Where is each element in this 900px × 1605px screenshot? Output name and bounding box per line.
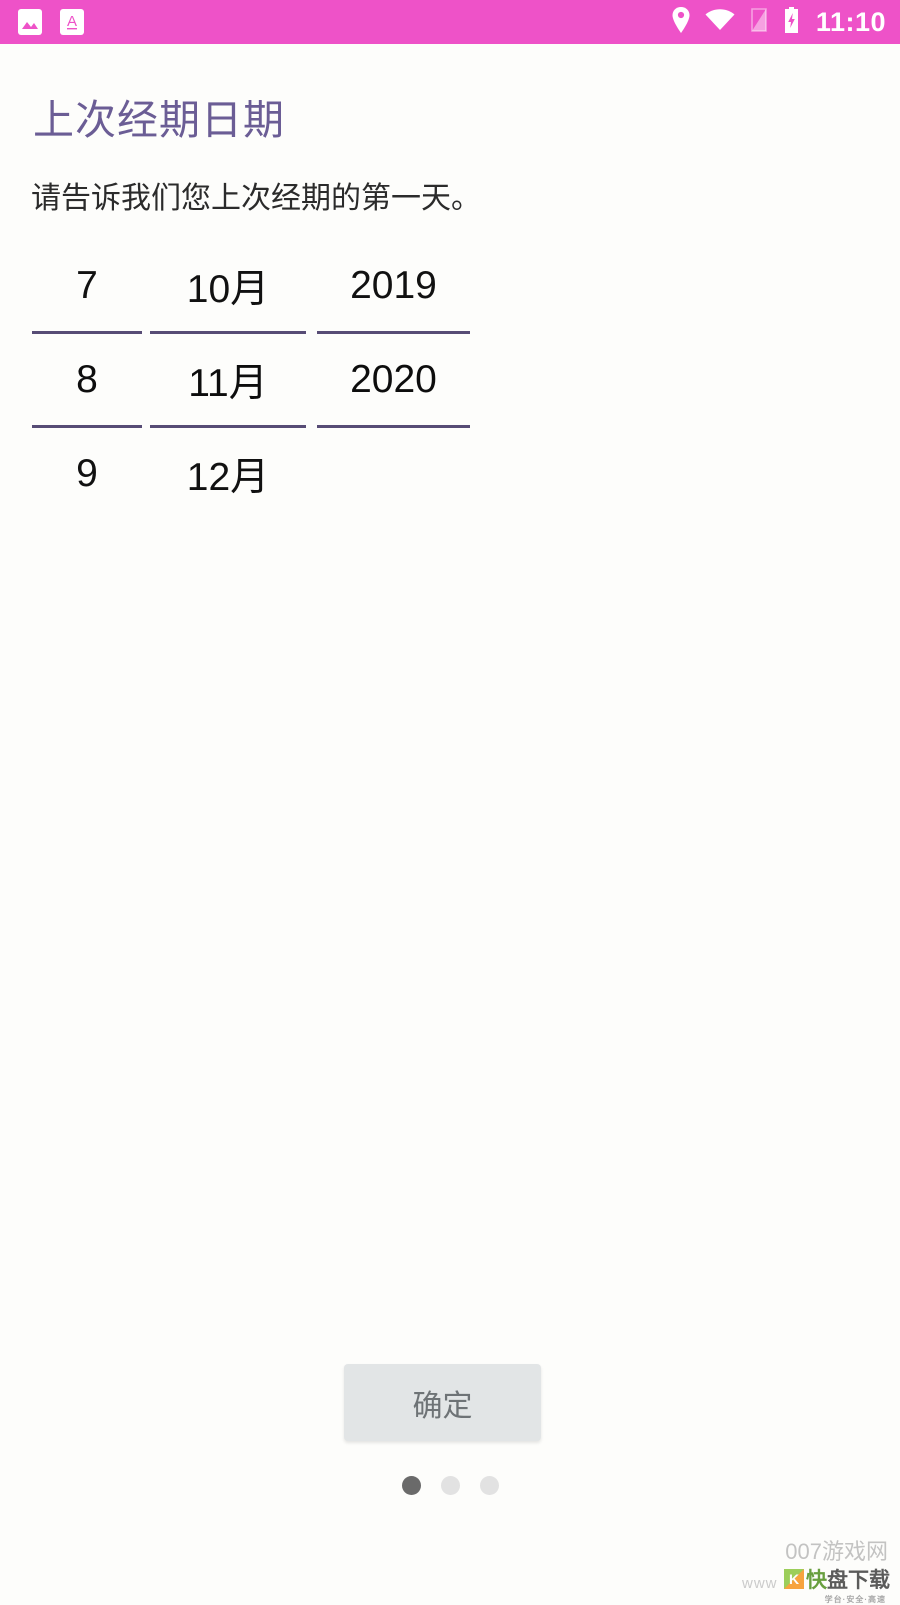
date-picker[interactable]: 7 8 9 10月 11月 12月 2019 2020 bbox=[32, 240, 470, 519]
page-title: 上次经期日期 bbox=[33, 97, 285, 143]
year-divider-bottom bbox=[317, 425, 470, 428]
watermark: 007游戏网 www K 快盘下载 学台·安全·高速 bbox=[742, 1534, 892, 1604]
watermark-brand-first: 快 bbox=[806, 1569, 827, 1592]
date-picker-column-month[interactable]: 10月 11月 12月 bbox=[150, 240, 306, 519]
battery-charging-icon bbox=[783, 6, 800, 39]
year-previous-value[interactable]: 2019 bbox=[317, 240, 470, 331]
watermark-brand-rest: 盘下载 bbox=[827, 1569, 890, 1592]
month-next-value[interactable]: 12月 bbox=[150, 428, 306, 519]
status-bar: A 11:10 bbox=[0, 0, 900, 44]
day-selected-value[interactable]: 8 bbox=[32, 334, 142, 425]
status-bar-system-icons: 11:10 bbox=[671, 6, 886, 39]
month-previous-value[interactable]: 10月 bbox=[150, 240, 306, 331]
watermark-brand: 快盘下载 学台·安全·高速 bbox=[806, 1564, 890, 1604]
date-picker-column-year[interactable]: 2019 2020 bbox=[317, 240, 470, 519]
image-icon bbox=[18, 9, 42, 35]
sim-off-icon bbox=[749, 7, 769, 38]
date-picker-column-day[interactable]: 7 8 9 bbox=[32, 240, 142, 519]
svg-text:A: A bbox=[67, 13, 77, 30]
confirm-button[interactable]: 确定 bbox=[344, 1364, 541, 1441]
page-indicator-dot-3[interactable] bbox=[479, 1476, 499, 1495]
page-indicator bbox=[0, 1476, 900, 1495]
status-bar-clock: 11:10 bbox=[815, 6, 886, 37]
day-next-value[interactable]: 9 bbox=[32, 428, 142, 519]
day-previous-value[interactable]: 7 bbox=[32, 240, 142, 331]
watermark-logo: K 快盘下载 学台·安全·高速 bbox=[784, 1564, 890, 1604]
font-text-icon: A bbox=[60, 9, 84, 35]
screen-content: 上次经期日期 请告诉我们您上次经期的第一天。 7 8 9 10月 11月 12月… bbox=[0, 44, 900, 1604]
status-bar-notifications: A bbox=[18, 9, 84, 35]
page-indicator-dot-1[interactable] bbox=[401, 1476, 421, 1495]
month-selected-value[interactable]: 11月 bbox=[150, 334, 306, 425]
watermark-logo-letter: K bbox=[784, 1569, 804, 1589]
page-subtitle: 请告诉我们您上次经期的第一天。 bbox=[31, 182, 481, 215]
year-selected-value[interactable]: 2020 bbox=[317, 334, 470, 425]
wifi-icon bbox=[705, 8, 735, 37]
watermark-site: 007游戏网 bbox=[785, 1539, 888, 1564]
page-indicator-dot-2[interactable] bbox=[440, 1476, 460, 1495]
watermark-url: www bbox=[742, 1575, 778, 1592]
location-icon bbox=[671, 6, 691, 39]
